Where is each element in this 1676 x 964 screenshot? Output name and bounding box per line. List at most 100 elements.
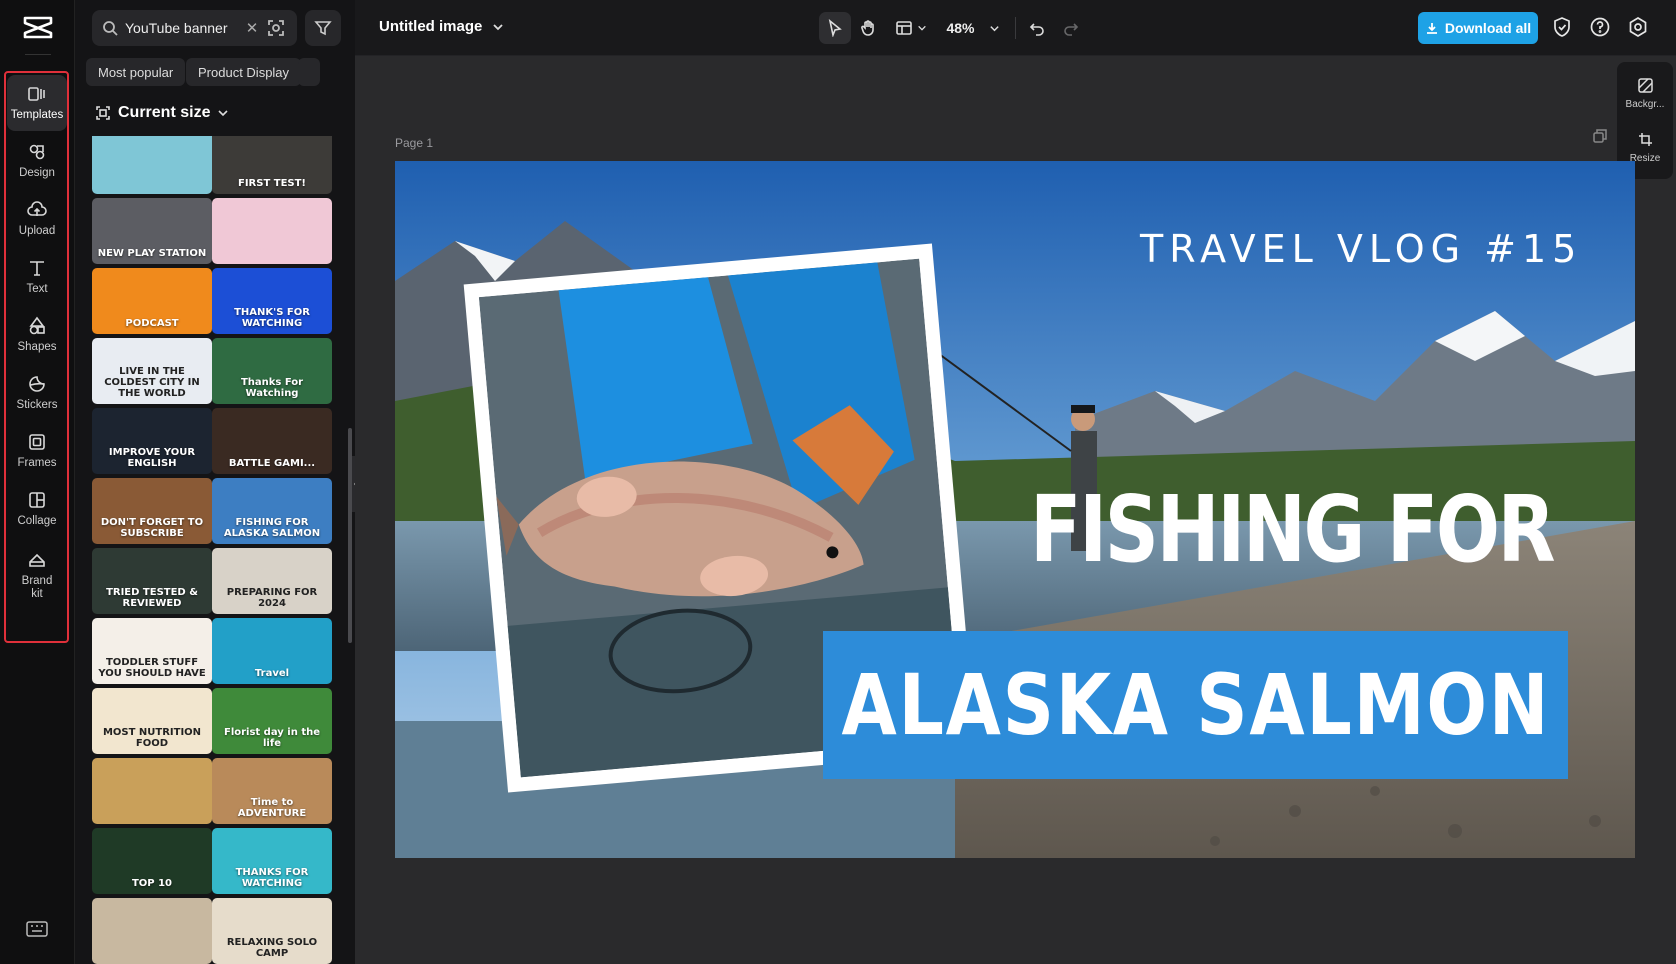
template-grid: FIRST TEST! NEW PLAY STATION PODCAST THANK'… <box>92 136 344 964</box>
document-title-menu[interactable]: Untitled image <box>379 18 504 35</box>
vlog-title-text[interactable]: TRAVEL VLOG #15 <box>1140 227 1582 271</box>
undo-button[interactable] <box>1021 12 1053 44</box>
template-thumbnail[interactable]: NEW PLAY STATION <box>92 198 212 264</box>
template-thumbnail-text <box>148 189 156 194</box>
template-thumbnail[interactable]: Travel <box>212 618 332 684</box>
template-thumbnail-text: BATTLE GAMI... <box>228 458 316 469</box>
template-thumbnail[interactable]: BATTLE GAMI... <box>212 408 332 474</box>
help-icon <box>1590 17 1610 37</box>
zoom-selector[interactable]: 48% <box>941 12 1005 44</box>
template-thumbnail[interactable] <box>92 898 212 964</box>
select-tool-button[interactable] <box>819 12 851 44</box>
filter-button[interactable] <box>305 10 341 46</box>
rail-item-stickers[interactable]: Stickers <box>7 365 67 421</box>
background-tool-button[interactable]: Backgr... <box>1617 68 1673 118</box>
rail-item-shapes[interactable]: Shapes <box>7 307 67 363</box>
hand-tool-button[interactable] <box>853 12 885 44</box>
template-thumbnail[interactable]: Thanks For Watching <box>212 338 332 404</box>
zoom-level: 48% <box>946 20 975 36</box>
rail-item-upload[interactable]: Upload <box>7 191 67 247</box>
chip-most-popular[interactable]: Most popular <box>86 58 186 86</box>
rail-item-brand-kit[interactable]: Brand kit <box>7 539 67 611</box>
template-thumbnail-text: Florist day in the life <box>223 727 320 749</box>
duplicate-page-button[interactable] <box>1592 128 1608 144</box>
rail-item-templates[interactable]: Templates <box>7 75 67 131</box>
template-thumbnail[interactable]: PODCAST <box>92 268 212 334</box>
rail-item-frames[interactable]: Frames <box>7 423 67 479</box>
redo-button[interactable] <box>1055 12 1087 44</box>
image-search-icon[interactable] <box>267 19 285 37</box>
chip-product-display[interactable]: Product Display <box>186 58 302 86</box>
current-size-selector[interactable]: Current size <box>95 104 229 122</box>
headline-line-1[interactable]: FISHING FOR <box>1030 476 1556 583</box>
template-search-box[interactable]: ✕ <box>92 10 297 46</box>
layout-menu-button[interactable] <box>891 12 931 44</box>
top-toolbar: Untitled image 48% Download all <box>355 0 1676 56</box>
rail-label: Text <box>26 283 48 295</box>
rail-label: Collage <box>17 515 57 527</box>
template-thumbnail-text: PREPARING FOR 2024 <box>226 587 318 609</box>
template-thumbnail[interactable]: TRIED TESTED & REVIEWED <box>92 548 212 614</box>
template-thumbnail[interactable]: TOP 10 <box>92 828 212 894</box>
rail-item-design[interactable]: Design <box>7 133 67 189</box>
rail-label: Upload <box>18 225 56 237</box>
template-thumbnail-text: Time to ADVENTURE <box>237 797 307 819</box>
template-thumbnail[interactable]: FISHING FOR ALASKA SALMON <box>212 478 332 544</box>
chip-more[interactable] <box>298 58 320 86</box>
chevron-down-icon <box>493 23 503 30</box>
app-window: Templates Design Upload Text Shapes Stic… <box>0 0 1676 964</box>
search-input[interactable] <box>125 20 237 36</box>
template-thumbnail-text: Travel <box>254 668 290 679</box>
template-thumbnail-text: TOP 10 <box>131 878 173 889</box>
shield-icon <box>1554 17 1570 37</box>
download-label: Download all <box>1444 20 1532 36</box>
template-thumbnail[interactable]: RELAXING SOLO CAMP <box>212 898 332 964</box>
download-all-button[interactable]: Download all <box>1418 12 1538 44</box>
toolbar-divider <box>1015 17 1016 39</box>
brand-kit-icon <box>29 553 45 567</box>
chevron-down-icon <box>918 25 926 31</box>
hand-icon <box>861 20 874 36</box>
settings-button[interactable] <box>1627 16 1649 38</box>
template-thumbnail-text: NEW PLAY STATION <box>97 248 207 259</box>
sticker-icon <box>29 376 45 392</box>
design-icon <box>29 144 45 160</box>
template-thumbnail[interactable]: FIRST TEST! <box>212 136 332 194</box>
template-thumbnail[interactable]: PREPARING FOR 2024 <box>212 548 332 614</box>
headline-line-2: ALASKA SALMON <box>841 656 1550 754</box>
document-title: Untitled image <box>379 18 483 35</box>
template-thumbnail[interactable]: LIVE IN THE COLDEST CITY IN THE WORLD <box>92 338 212 404</box>
upload-cloud-icon <box>27 201 47 216</box>
clear-search-icon[interactable]: ✕ <box>244 19 260 37</box>
design-canvas[interactable]: TRAVEL VLOG #15 FISHING FOR ALASKA SALMO… <box>395 161 1635 858</box>
template-thumbnail-text: RELAXING SOLO CAMP <box>226 937 318 959</box>
headline-highlight-box[interactable]: ALASKA SALMON <box>823 631 1568 779</box>
template-thumbnail[interactable]: DON'T FORGET TO SUBSCRIBE <box>92 478 212 544</box>
template-thumbnail-text: TRIED TESTED & REVIEWED <box>106 587 198 609</box>
template-thumbnail[interactable]: IMPROVE YOUR ENGLISH <box>92 408 212 474</box>
template-thumbnail[interactable] <box>212 198 332 264</box>
capcut-logo-icon[interactable] <box>22 14 54 40</box>
rail-label: Shapes <box>17 341 57 353</box>
keyboard-shortcuts-icon[interactable] <box>26 921 48 937</box>
download-icon <box>1426 23 1437 34</box>
help-button[interactable] <box>1589 16 1611 38</box>
template-thumbnail[interactable] <box>92 136 212 194</box>
template-thumbnail-text: LIVE IN THE COLDEST CITY IN THE WORLD <box>104 366 200 399</box>
template-thumbnail-text: THANK'S FOR WATCHING <box>234 307 310 329</box>
rail-item-text[interactable]: Text <box>7 249 67 305</box>
template-thumbnail[interactable]: Time to ADVENTURE <box>212 758 332 824</box>
shield-button[interactable] <box>1551 16 1573 38</box>
rail-item-collage[interactable]: Collage <box>7 481 67 537</box>
rail-label: Brand kit <box>21 574 53 600</box>
template-thumbnail[interactable]: TODDLER STUFF YOU SHOULD HAVE <box>92 618 212 684</box>
background-icon <box>1637 77 1653 93</box>
template-thumbnail[interactable]: MOST NUTRITION FOOD <box>92 688 212 754</box>
template-thumbnail[interactable]: THANKS FOR WATCHING <box>212 828 332 894</box>
template-thumbnail[interactable] <box>92 758 212 824</box>
cursor-icon <box>828 19 842 37</box>
shapes-icon <box>29 316 45 335</box>
template-thumbnail[interactable]: THANK'S FOR WATCHING <box>212 268 332 334</box>
template-thumbnail[interactable]: Florist day in the life <box>212 688 332 754</box>
canvas-workspace: Page 1 Backgr... Resize TRAVEL VLOG #15 … <box>355 56 1676 964</box>
